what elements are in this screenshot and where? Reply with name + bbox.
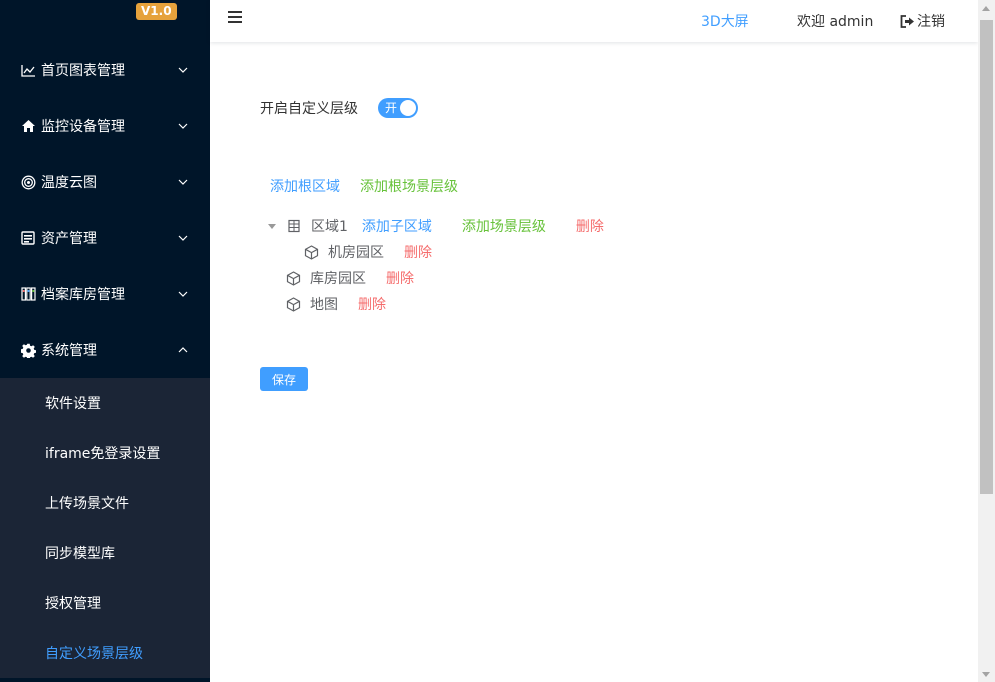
top-header: 3D大屏 欢迎 admin 注销 (210, 0, 978, 42)
scroll-down-arrow-icon[interactable] (982, 672, 990, 677)
chevron-down-icon (178, 291, 188, 297)
sidebar: V1.0 首页图表管理 监控设备管理 温度云图 资产管理 档案库房管理 系统管理… (0, 0, 210, 682)
chevron-down-icon (178, 67, 188, 73)
gear-icon (20, 342, 36, 358)
tree-node-area1[interactable]: 区域1 添加子区域 添加场景层级 删除 (268, 216, 604, 236)
custom-level-switch[interactable]: 开 (378, 98, 418, 118)
chevron-down-icon (178, 123, 188, 129)
submenu-item-upload-scene[interactable]: 上传场景文件 (0, 478, 210, 528)
sidebar-item-label: 首页图表管理 (41, 63, 125, 79)
switch-knob (400, 100, 416, 116)
sidebar-item-label: 监控设备管理 (41, 119, 125, 135)
root-actions: 添加根区域 添加根场景层级 (270, 176, 478, 196)
target-icon (20, 174, 36, 190)
chevron-up-icon (178, 347, 188, 353)
tree-node-label: 区域1 (311, 219, 348, 235)
welcome-text: 欢迎 admin (797, 14, 874, 30)
asset-icon (20, 230, 36, 246)
add-root-scene-link[interactable]: 添加根场景层级 (360, 176, 458, 196)
cube-icon (285, 296, 301, 312)
tree-node-label: 地图 (310, 297, 338, 313)
cube-icon (285, 270, 301, 286)
sidebar-item-system[interactable]: 系统管理 (0, 322, 210, 378)
brand-area: V1.0 (0, 0, 210, 42)
submenu-item-software-settings[interactable]: 软件设置 (0, 378, 210, 428)
submenu-item-custom-scene-levels[interactable]: 自定义场景层级 (0, 628, 210, 678)
scroll-thumb[interactable] (980, 20, 993, 494)
delete-link[interactable]: 删除 (576, 216, 604, 236)
archive-icon (20, 286, 36, 302)
delete-link[interactable]: 删除 (404, 242, 432, 262)
add-scene-level-link[interactable]: 添加场景层级 (462, 216, 546, 236)
system-submenu: 软件设置 iframe免登录设置 上传场景文件 同步模型库 授权管理 自定义场景… (0, 378, 210, 678)
main-content: 开启自定义层级 开 添加根区域 添加根场景层级 区域1 添加子区域 添加场景层级… (210, 42, 978, 682)
sidebar-item-assets[interactable]: 资产管理 (0, 210, 210, 266)
building-icon (286, 218, 302, 234)
add-root-area-link[interactable]: 添加根区域 (270, 176, 340, 196)
chevron-down-icon (178, 235, 188, 241)
tree-node-label: 机房园区 (328, 245, 384, 261)
logout-button[interactable]: 注销 (900, 11, 945, 31)
vertical-scrollbar[interactable] (978, 0, 995, 682)
delete-link[interactable]: 删除 (386, 268, 414, 288)
chevron-down-icon (178, 179, 188, 185)
sidebar-item-label: 档案库房管理 (41, 287, 125, 303)
submenu-item-iframe-login[interactable]: iframe免登录设置 (0, 428, 210, 478)
sidebar-item-home-charts[interactable]: 首页图表管理 (0, 42, 210, 98)
sidebar-item-temperature[interactable]: 温度云图 (0, 154, 210, 210)
sidebar-item-label: 温度云图 (41, 175, 97, 191)
custom-level-toggle-row: 开启自定义层级 开 (260, 98, 418, 118)
save-button[interactable]: 保存 (260, 367, 308, 391)
switch-text: 开 (385, 101, 398, 115)
tree-node-machine-room[interactable]: 机房园区 删除 (303, 242, 432, 262)
cube-icon (303, 244, 319, 260)
home-icon (20, 118, 36, 134)
delete-link[interactable]: 删除 (358, 294, 386, 314)
line-chart-icon (20, 62, 36, 78)
tree-node-map[interactable]: 地图 删除 (285, 294, 386, 314)
3d-screen-link[interactable]: 3D大屏 (701, 11, 749, 31)
sidebar-item-label: 系统管理 (41, 343, 97, 359)
submenu-item-license[interactable]: 授权管理 (0, 578, 210, 628)
logout-icon (900, 14, 914, 28)
toggle-label: 开启自定义层级 (260, 101, 358, 117)
sidebar-item-label: 资产管理 (41, 231, 97, 247)
logout-label: 注销 (917, 14, 945, 30)
version-badge: V1.0 (136, 3, 177, 20)
caret-down-icon[interactable] (268, 223, 276, 229)
add-child-area-link[interactable]: 添加子区域 (362, 216, 432, 236)
sidebar-item-monitoring[interactable]: 监控设备管理 (0, 98, 210, 154)
tree-node-warehouse[interactable]: 库房园区 删除 (285, 268, 414, 288)
hamburger-menu-icon[interactable] (228, 11, 242, 23)
submenu-item-sync-models[interactable]: 同步模型库 (0, 528, 210, 578)
tree-node-label: 库房园区 (310, 271, 366, 287)
sidebar-item-archive[interactable]: 档案库房管理 (0, 266, 210, 322)
scroll-up-arrow-icon[interactable] (982, 6, 990, 11)
